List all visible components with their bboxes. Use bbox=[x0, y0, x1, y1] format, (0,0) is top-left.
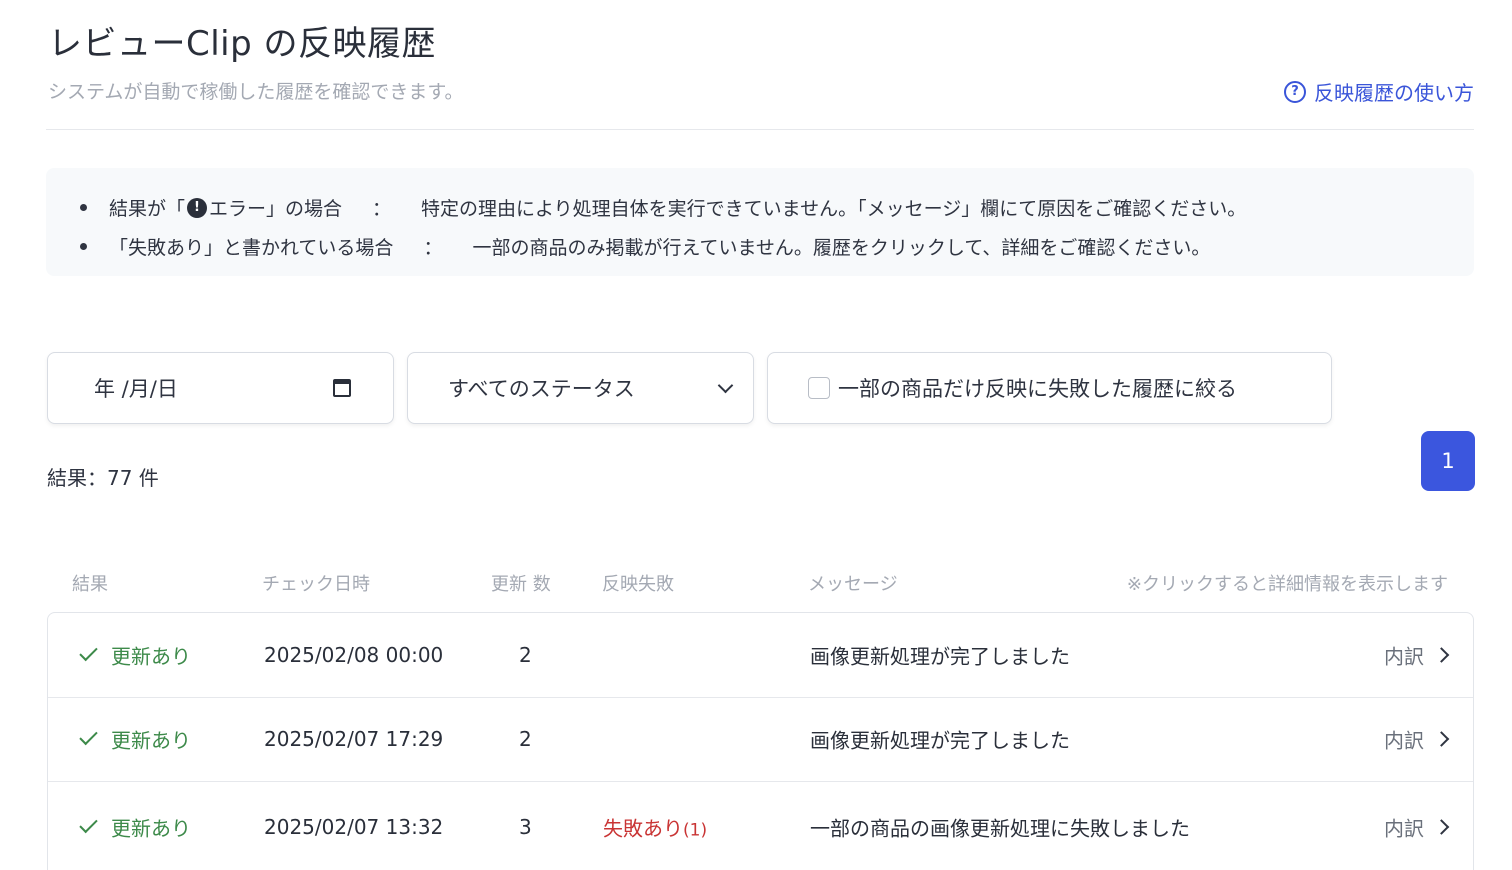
column-header-result: 結果 bbox=[72, 574, 108, 595]
notice-text: 一部の商品のみ掲載が行えていません。履歴をクリックして、詳細をご確認ください。 bbox=[472, 237, 1211, 259]
check-icon bbox=[79, 814, 98, 834]
calendar-icon[interactable] bbox=[333, 379, 351, 397]
result-count: 結果：77 件 bbox=[47, 466, 159, 490]
notice-separator: ： bbox=[423, 237, 443, 259]
partial-failure-checkbox[interactable] bbox=[808, 377, 830, 399]
result-label: 更新あり bbox=[111, 816, 191, 841]
detail-link[interactable]: 内訳 bbox=[1384, 725, 1450, 754]
table-row[interactable]: 更新あり 2025/02/07 17:29 2 画像更新処理が完了しました 内訳 bbox=[48, 698, 1473, 782]
header-divider bbox=[46, 129, 1474, 130]
notice-key-prefix: 結果が「 bbox=[109, 198, 186, 220]
detail-label: 内訳 bbox=[1384, 728, 1424, 753]
notice-key: 結果が「 ! エラー」の場合 bbox=[109, 194, 342, 221]
detail-label: 内訳 bbox=[1384, 816, 1424, 841]
updates-cell: 3 bbox=[519, 815, 532, 839]
help-link-label: 反映履歴の使い方 bbox=[1314, 81, 1474, 105]
checked-at-cell: 2025/02/07 17:29 bbox=[264, 727, 444, 752]
notice-key: 「失敗あり」と書かれている場合 bbox=[109, 237, 394, 259]
result-cell: 更新あり bbox=[79, 725, 191, 754]
result-label: 更新あり bbox=[111, 728, 191, 753]
date-placeholder: 年 /月/日 bbox=[94, 377, 178, 401]
detail-link[interactable]: 内訳 bbox=[1384, 813, 1450, 842]
notice-key-suffix: エラー」の場合 bbox=[209, 198, 343, 220]
page-title: レビューClip の反映履歴 bbox=[48, 24, 437, 64]
table-header: 結果 チェック日時 更新 数 反映失敗 メッセージ ※クリックすると詳細情報を表… bbox=[46, 570, 1474, 600]
status-select[interactable]: すべてのステータス bbox=[407, 352, 754, 424]
date-filter-input[interactable]: 年 /月/日 bbox=[47, 352, 394, 424]
failure-count: (1) bbox=[683, 820, 708, 841]
chevron-right-icon bbox=[1433, 731, 1450, 748]
notice-item-error: 結果が「 ! エラー」の場合 ： 特定の理由により処理自体を実行できていません。… bbox=[80, 188, 1474, 227]
column-header-checked-at: チェック日時 bbox=[262, 574, 370, 595]
check-icon bbox=[79, 642, 98, 661]
column-header-failures: 反映失敗 bbox=[602, 574, 674, 595]
question-circle-icon: ? bbox=[1284, 80, 1306, 103]
column-header-note: ※クリックすると詳細情報を表示します bbox=[1126, 574, 1448, 595]
message-cell: 画像更新処理が完了しました bbox=[810, 644, 1070, 669]
partial-failure-filter[interactable]: 一部の商品だけ反映に失敗した履歴に絞る bbox=[767, 352, 1332, 424]
updates-cell: 2 bbox=[519, 642, 532, 667]
message-cell: 画像更新処理が完了しました bbox=[810, 728, 1070, 753]
chevron-down-icon bbox=[717, 377, 734, 393]
notice-item-partial-failure: 「失敗あり」と書かれている場合 ： 一部の商品のみ掲載が行えていません。履歴をク… bbox=[80, 227, 1474, 266]
bullet-icon bbox=[80, 204, 87, 211]
pagination-page-button[interactable]: 1 bbox=[1421, 431, 1475, 491]
detail-link[interactable]: 内訳 bbox=[1384, 640, 1450, 669]
failure-cell: 失敗あり(1) bbox=[603, 813, 707, 842]
column-header-updates: 更新 数 bbox=[491, 574, 551, 595]
result-cell: 更新あり bbox=[79, 813, 191, 842]
table-row[interactable]: 更新あり 2025/02/07 13:32 3 失敗あり(1) 一部の商品の画像… bbox=[48, 782, 1473, 870]
notice-text: 特定の理由により処理自体を実行できていません。「メッセージ」欄にて原因をご確認く… bbox=[421, 198, 1247, 220]
bullet-icon bbox=[80, 243, 87, 250]
partial-failure-label: 一部の商品だけ反映に失敗した履歴に絞る bbox=[838, 377, 1237, 401]
result-label: 更新あり bbox=[111, 644, 191, 669]
status-selected-value: すべてのステータス bbox=[448, 377, 635, 401]
notice-box: 結果が「 ! エラー」の場合 ： 特定の理由により処理自体を実行できていません。… bbox=[46, 168, 1474, 276]
history-table: 更新あり 2025/02/08 00:00 2 画像更新処理が完了しました 内訳… bbox=[47, 612, 1474, 870]
detail-label: 内訳 bbox=[1384, 644, 1424, 669]
page-subtitle: システムが自動で稼働した履歴を確認できます。 bbox=[48, 81, 464, 103]
failure-label: 失敗あり bbox=[603, 816, 683, 841]
result-cell: 更新あり bbox=[79, 640, 191, 669]
chevron-right-icon bbox=[1433, 646, 1450, 663]
chevron-right-icon bbox=[1433, 819, 1450, 835]
column-header-message: メッセージ bbox=[808, 574, 898, 595]
error-icon: ! bbox=[187, 197, 208, 218]
message-cell: 一部の商品の画像更新処理に失敗しました bbox=[810, 816, 1190, 841]
help-link[interactable]: ? 反映履歴の使い方 bbox=[1284, 77, 1474, 106]
checked-at-cell: 2025/02/07 13:32 bbox=[264, 815, 444, 839]
updates-cell: 2 bbox=[519, 727, 532, 752]
table-row[interactable]: 更新あり 2025/02/08 00:00 2 画像更新処理が完了しました 内訳 bbox=[48, 613, 1473, 698]
check-icon bbox=[79, 727, 98, 746]
notice-separator: ： bbox=[372, 198, 392, 220]
checked-at-cell: 2025/02/08 00:00 bbox=[264, 642, 444, 667]
